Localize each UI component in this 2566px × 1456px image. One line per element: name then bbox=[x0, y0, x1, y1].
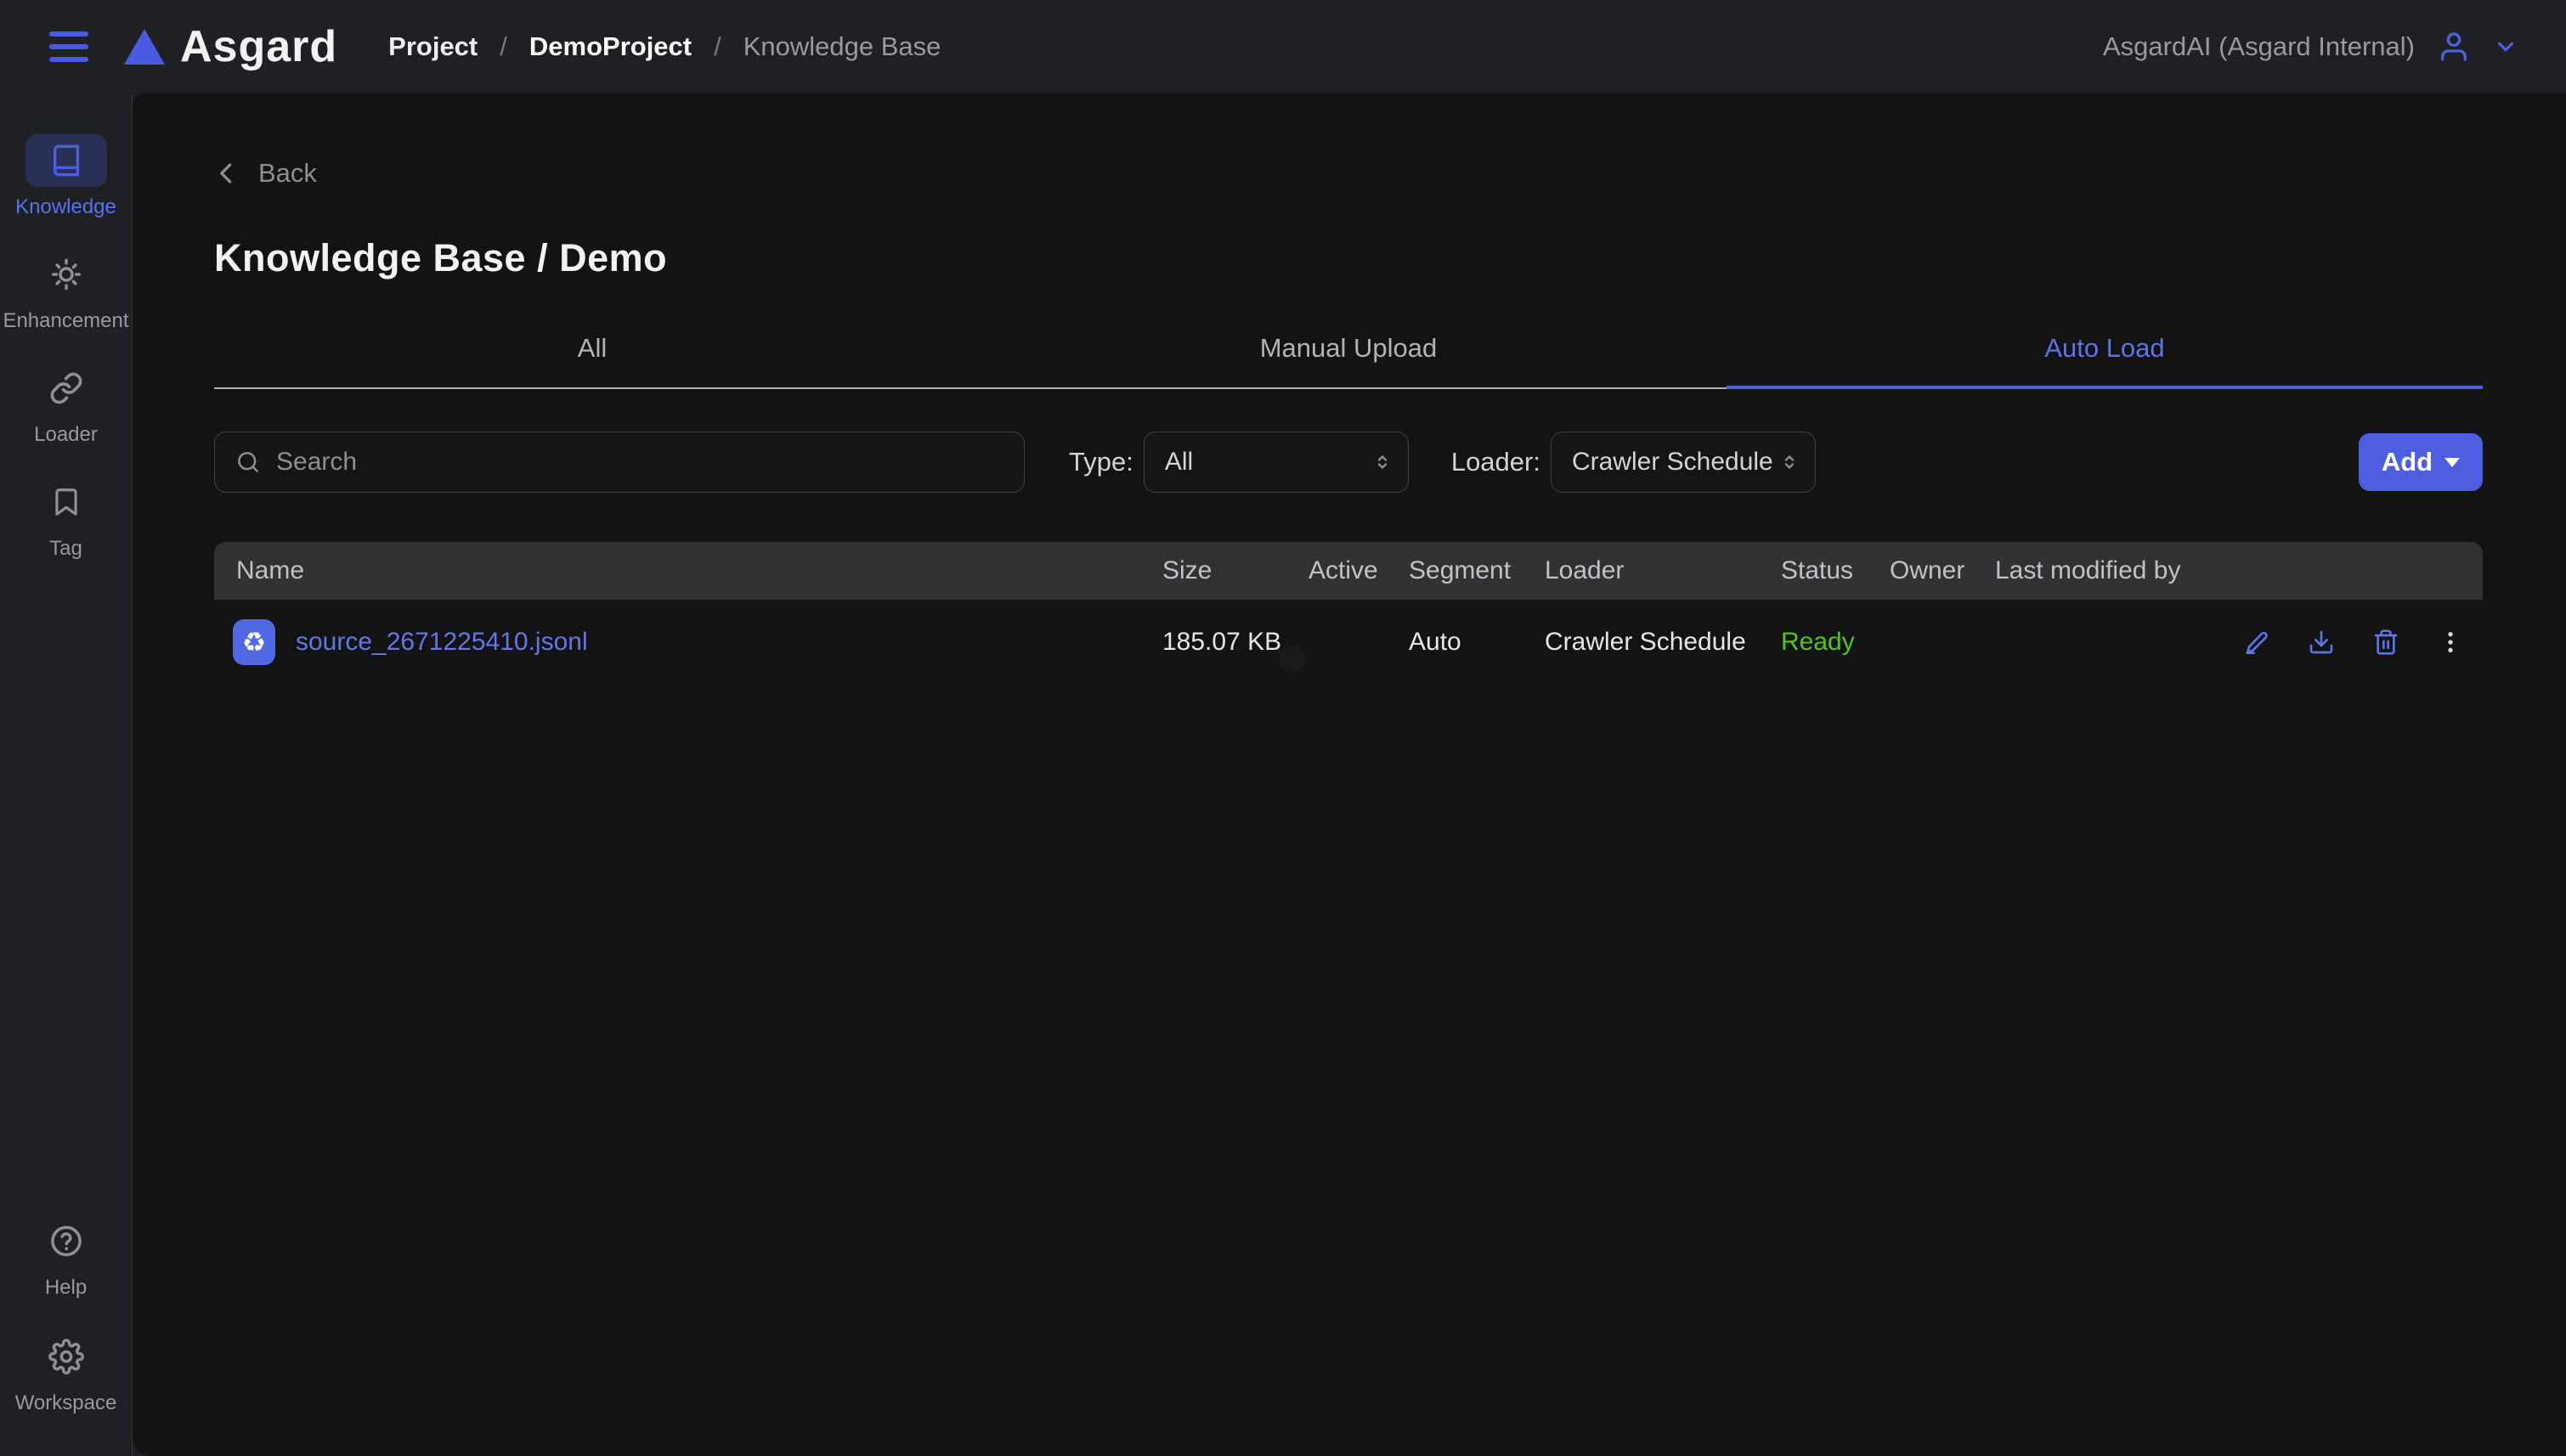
sidebar-item-enhancement[interactable]: Enhancement bbox=[0, 248, 132, 333]
select-updown-icon bbox=[1372, 452, 1393, 472]
bookmark-icon bbox=[50, 486, 82, 518]
hamburger-menu-icon[interactable] bbox=[49, 31, 88, 62]
column-header-name: Name bbox=[214, 556, 1162, 585]
top-header: Asgard Project / DemoProject / Knowledge… bbox=[0, 0, 2566, 93]
toggle-knob bbox=[1279, 645, 1306, 672]
file-name-cell: ♻ source_2671225410.jsonl bbox=[214, 619, 1162, 665]
filter-bar: Type: All Loader: Crawler Schedule Add bbox=[214, 432, 2483, 493]
column-header-owner: Owner bbox=[1890, 556, 1995, 585]
sidebar-item-label: Knowledge bbox=[15, 195, 116, 219]
sidebar-item-label: Help bbox=[45, 1276, 87, 1300]
tab-bar: All Manual Upload Auto Load bbox=[214, 333, 2483, 389]
table-row: ♻ source_2671225410.jsonl 185.07 KB Auto… bbox=[214, 600, 2483, 685]
loader-select-value: Crawler Schedule bbox=[1572, 448, 1773, 477]
sidebar-item-label: Tag bbox=[49, 537, 82, 561]
more-actions-button[interactable] bbox=[2437, 629, 2464, 656]
search-icon bbox=[235, 449, 261, 475]
delete-button[interactable] bbox=[2372, 629, 2399, 656]
download-icon bbox=[2308, 629, 2335, 656]
breadcrumb: Project / DemoProject / Knowledge Base bbox=[388, 31, 941, 62]
chevron-down-icon[interactable] bbox=[2493, 34, 2518, 59]
breadcrumb-demo-project[interactable]: DemoProject bbox=[529, 31, 692, 62]
sidebar-bottom-group: Help Workspace bbox=[0, 1215, 132, 1415]
column-header-size: Size bbox=[1162, 556, 1308, 585]
sidebar: Knowledge Enhancement Loader Tag bbox=[0, 93, 133, 1456]
sources-table: Name Size Active Segment Loader Status O… bbox=[214, 542, 2483, 685]
edit-pencil-icon bbox=[2243, 629, 2270, 656]
status-badge: Ready bbox=[1781, 628, 1890, 657]
tab-manual-upload[interactable]: Manual Upload bbox=[970, 333, 1727, 389]
sidebar-item-label: Loader bbox=[34, 423, 98, 447]
column-header-loader: Loader bbox=[1545, 556, 1781, 585]
back-label: Back bbox=[258, 158, 317, 189]
kebab-menu-icon bbox=[2437, 629, 2464, 656]
column-header-active: Active bbox=[1308, 556, 1409, 585]
loader-filter-label: Loader: bbox=[1451, 447, 1540, 477]
tab-auto-load[interactable]: Auto Load bbox=[1727, 333, 2483, 389]
add-button-label: Add bbox=[2382, 447, 2433, 477]
column-header-last-modified-by: Last modified by bbox=[1995, 556, 2211, 585]
loader-select[interactable]: Crawler Schedule bbox=[1551, 432, 1816, 493]
segment-value: Auto bbox=[1409, 628, 1545, 657]
link-icon bbox=[49, 371, 83, 405]
logo-text: Asgard bbox=[180, 21, 337, 72]
sidebar-item-knowledge[interactable]: Knowledge bbox=[0, 134, 132, 219]
type-select[interactable]: All bbox=[1144, 432, 1409, 493]
sidebar-item-help[interactable]: Help bbox=[0, 1215, 132, 1300]
search-box[interactable] bbox=[214, 432, 1025, 493]
account-area: AsgardAI (Asgard Internal) bbox=[2103, 30, 2518, 64]
type-filter-label: Type: bbox=[1069, 447, 1133, 477]
user-icon[interactable] bbox=[2437, 30, 2471, 64]
app-logo[interactable]: Asgard bbox=[124, 21, 337, 72]
page-title: Knowledge Base / Demo bbox=[214, 236, 2483, 280]
back-button[interactable]: Back bbox=[214, 158, 317, 189]
file-name-link[interactable]: source_2671225410.jsonl bbox=[296, 628, 588, 657]
add-button[interactable]: Add bbox=[2359, 433, 2483, 491]
breadcrumb-separator: / bbox=[714, 31, 721, 62]
breadcrumb-project[interactable]: Project bbox=[388, 31, 478, 62]
sidebar-item-label: Workspace bbox=[15, 1391, 117, 1415]
column-header-segment: Segment bbox=[1409, 556, 1545, 585]
app-root: Asgard Project / DemoProject / Knowledge… bbox=[0, 0, 2566, 1456]
book-icon bbox=[49, 144, 83, 178]
download-button[interactable] bbox=[2308, 629, 2335, 656]
edit-button[interactable] bbox=[2243, 629, 2270, 656]
caret-down-icon bbox=[2444, 458, 2460, 467]
breadcrumb-separator: / bbox=[500, 31, 507, 62]
column-header-status: Status bbox=[1781, 556, 1890, 585]
sun-icon bbox=[48, 257, 84, 292]
select-updown-icon bbox=[1779, 452, 1800, 472]
table-header-row: Name Size Active Segment Loader Status O… bbox=[214, 542, 2483, 600]
tab-all[interactable]: All bbox=[214, 333, 970, 389]
question-circle-icon bbox=[48, 1223, 84, 1259]
sidebar-item-label: Enhancement bbox=[3, 309, 128, 333]
type-select-value: All bbox=[1165, 448, 1193, 477]
main-content: Back Knowledge Base / Demo All Manual Up… bbox=[133, 93, 2566, 1456]
logo-triangle-icon bbox=[124, 29, 165, 65]
row-actions bbox=[2211, 629, 2483, 656]
sidebar-item-tag[interactable]: Tag bbox=[0, 476, 132, 561]
trash-icon bbox=[2372, 629, 2399, 656]
sidebar-item-loader[interactable]: Loader bbox=[0, 362, 132, 447]
chevron-left-icon bbox=[214, 161, 240, 186]
sidebar-item-workspace[interactable]: Workspace bbox=[0, 1330, 132, 1415]
breadcrumb-knowledge-base[interactable]: Knowledge Base bbox=[743, 31, 941, 62]
loader-value: Crawler Schedule bbox=[1545, 628, 1781, 657]
file-type-icon: ♻ bbox=[233, 619, 275, 665]
account-name: AsgardAI (Asgard Internal) bbox=[2103, 31, 2415, 62]
search-input[interactable] bbox=[276, 448, 1003, 477]
gear-icon bbox=[48, 1339, 84, 1374]
